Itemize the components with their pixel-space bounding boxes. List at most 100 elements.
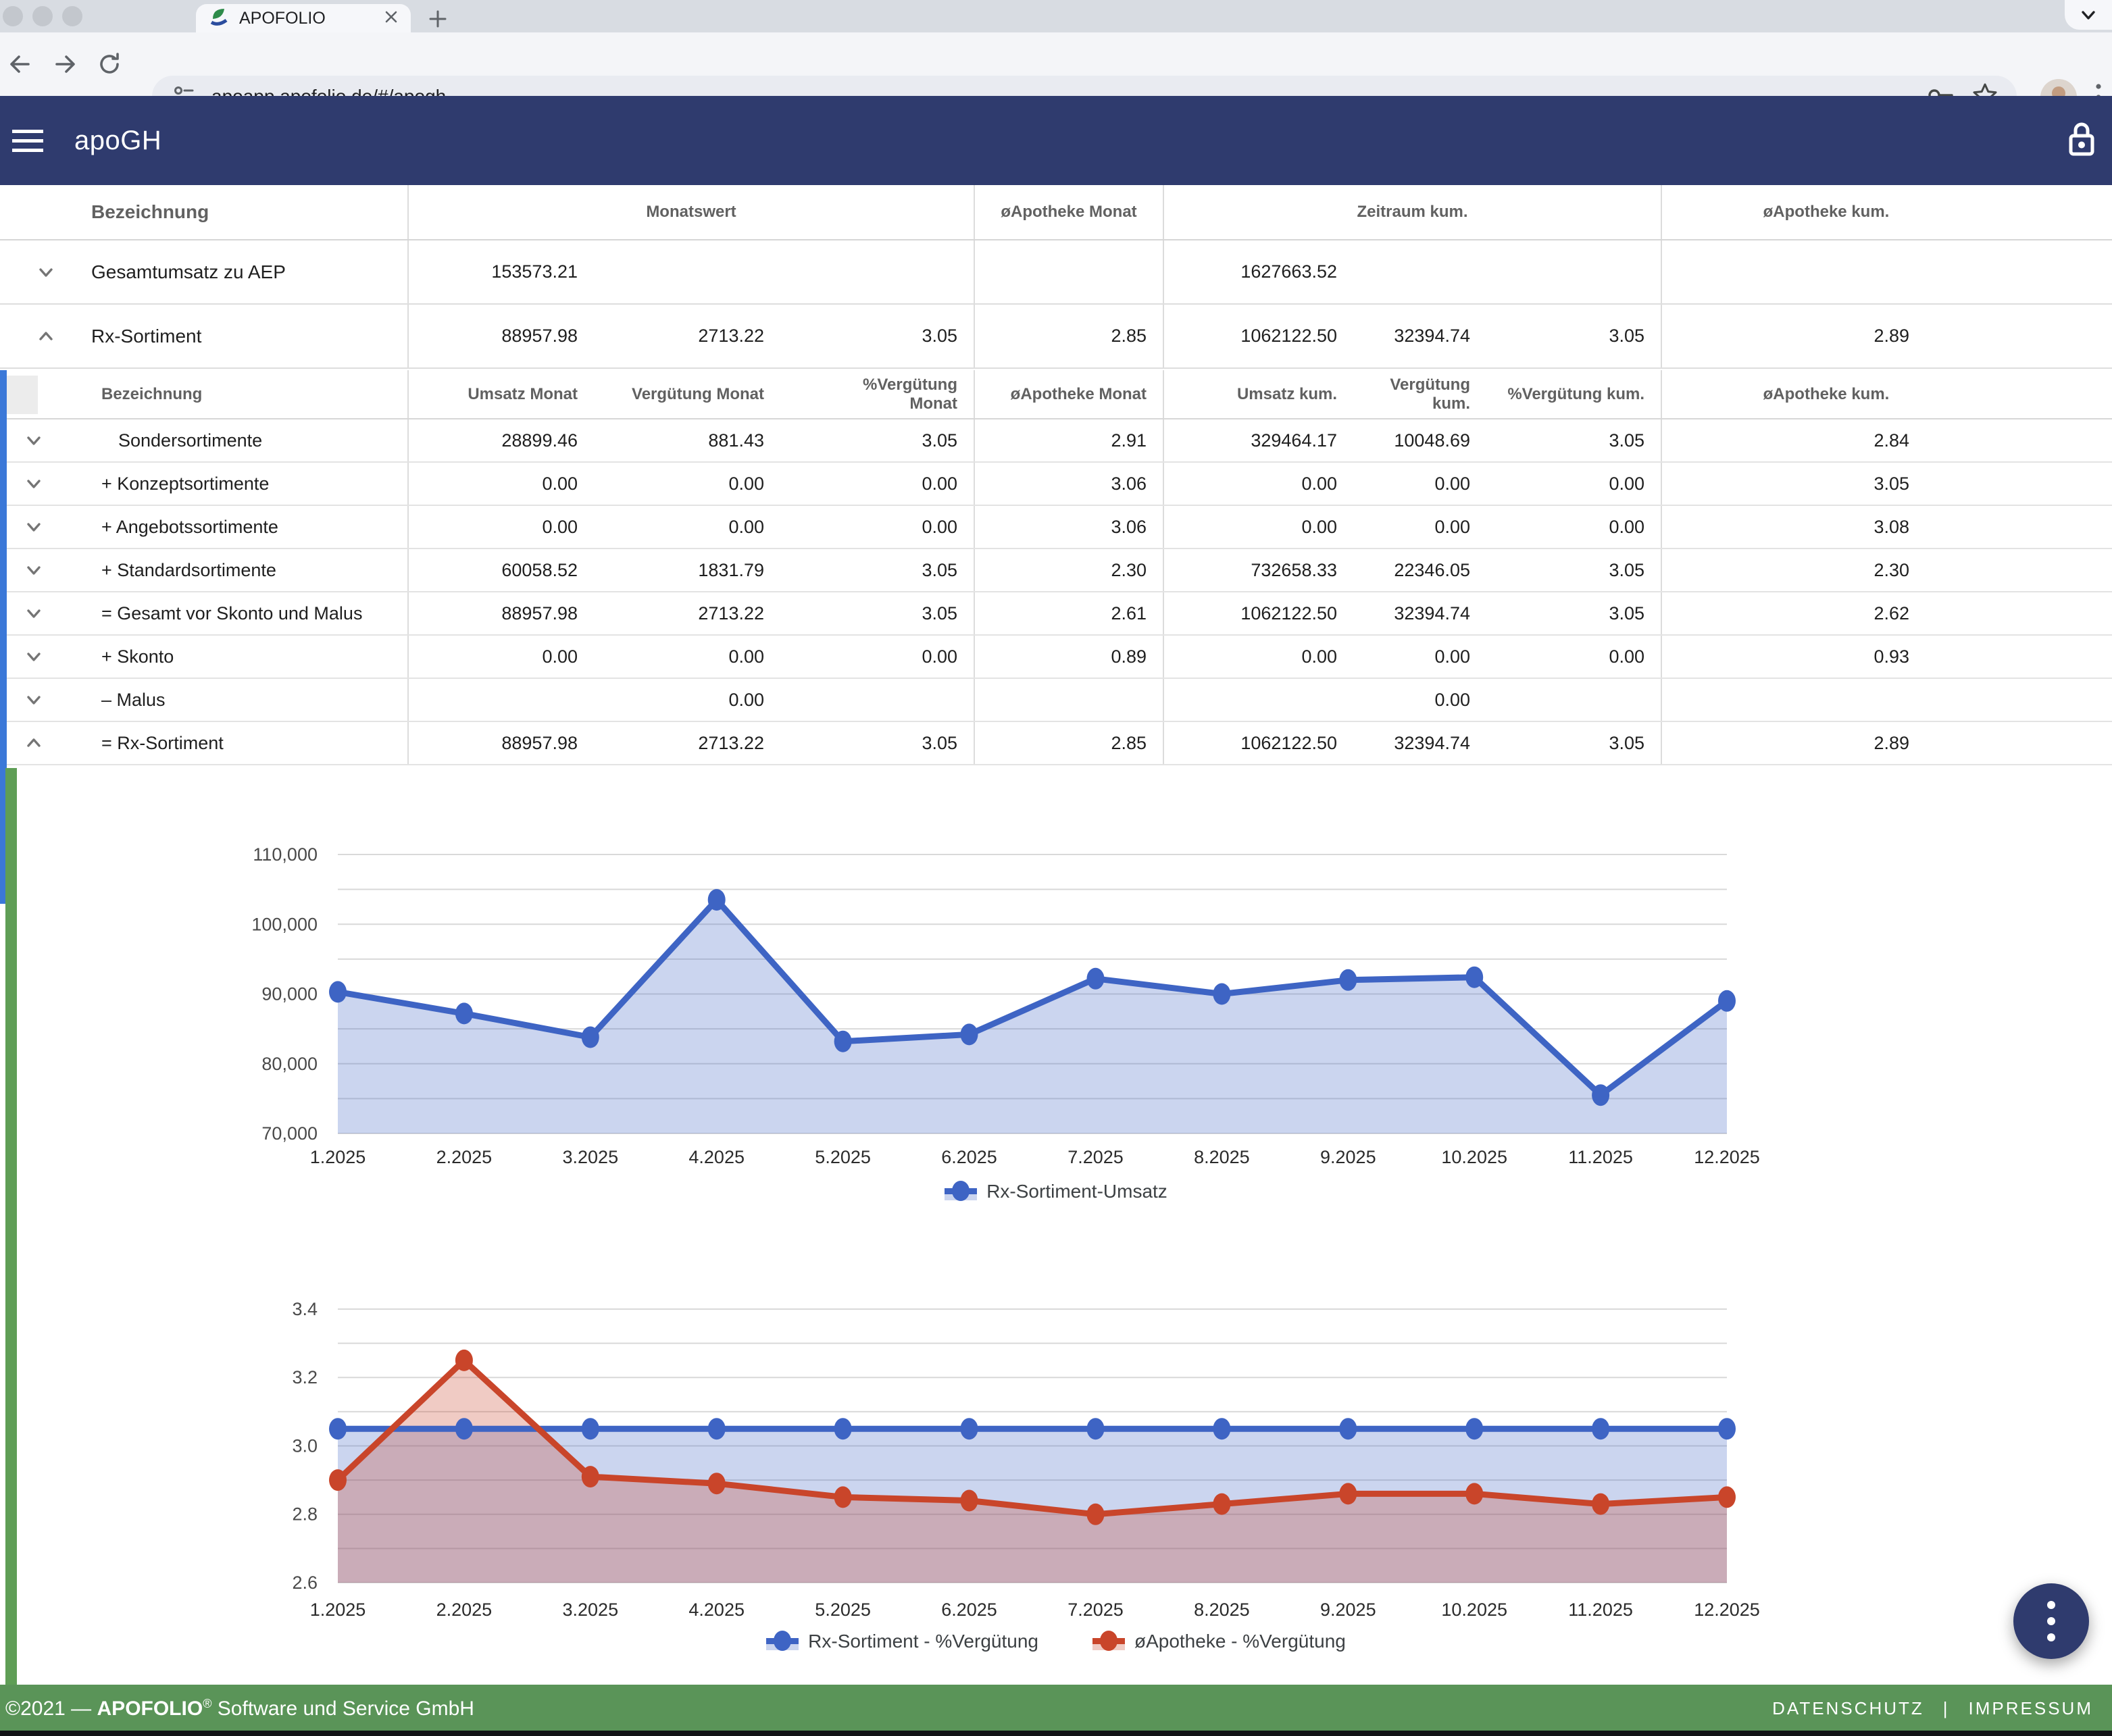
datenschutz-link[interactable]: DATENSCHUTZ — [1772, 1698, 1924, 1719]
cell-umsatz-kum: 0.00 — [1164, 636, 1353, 678]
actions-fab-button[interactable] — [2013, 1583, 2089, 1659]
column-header-monatswert: Monatswert — [409, 185, 975, 239]
close-window-button[interactable] — [3, 6, 23, 26]
reload-button[interactable] — [96, 51, 123, 78]
expand-chevron-down-icon[interactable] — [0, 261, 91, 284]
cell-prozent-monat: 0.00 — [780, 506, 975, 548]
verguetung-chart-legend: Rx-Sortiment - %VergütungøApotheke - %Ve… — [0, 1627, 2112, 1656]
menu-hamburger-button[interactable] — [12, 127, 45, 154]
column-header-bezeichnung: Bezeichnung — [0, 370, 409, 418]
cell-verguetung: 2713.22 — [598, 305, 780, 367]
svg-text:100,000: 100,000 — [251, 914, 318, 934]
row-label: = Gesamt vor Skonto und Malus — [101, 603, 362, 624]
cell-apotheke-kum: 3.05 — [1662, 463, 2112, 505]
svg-text:6.2025: 6.2025 — [941, 1600, 997, 1620]
forward-button[interactable] — [51, 51, 78, 78]
cell-apotheke-kum: 2.30 — [1662, 549, 2112, 591]
column-header-verguetung-kum: Vergütung kum. — [1353, 370, 1486, 418]
svg-text:80,000: 80,000 — [261, 1054, 318, 1074]
cell-apotheke-monat: 2.30 — [975, 549, 1164, 591]
browser-tab[interactable]: APOFOLIO — [196, 4, 411, 32]
impressum-link[interactable]: IMPRESSUM — [1969, 1698, 2093, 1719]
cell-umsatz-kum: 1062122.50 — [1164, 305, 1353, 367]
close-tab-icon[interactable] — [382, 8, 400, 29]
cell-prozent-kum — [1486, 240, 1662, 303]
cell-verguetung-monat: 881.43 — [598, 419, 780, 461]
lock-icon[interactable] — [2066, 120, 2097, 161]
cell-prozent-kum: 3.05 — [1486, 549, 1662, 591]
svg-text:8.2025: 8.2025 — [1194, 1147, 1250, 1167]
collapse-chevron-up-icon[interactable] — [0, 325, 91, 348]
svg-text:11.2025: 11.2025 — [1568, 1600, 1633, 1620]
cell-verguetung-kum — [1353, 240, 1486, 303]
cell-verguetung-monat: 2713.22 — [598, 722, 780, 764]
table-row: – Malus0.000.00 — [0, 679, 2112, 722]
cell-umsatz-kum: 0.00 — [1164, 506, 1353, 548]
svg-text:4.2025: 4.2025 — [688, 1600, 745, 1620]
zoom-window-button[interactable] — [62, 6, 82, 26]
expand-chevron-down-icon[interactable] — [0, 688, 101, 711]
row-label: + Angebotssortimente — [101, 517, 278, 538]
table-row: + Standardsortimente60058.521831.793.052… — [0, 549, 2112, 592]
app-header: apoGH — [0, 96, 2112, 185]
expand-chevron-down-icon[interactable] — [0, 559, 101, 582]
cell-verguetung-monat: 0.00 — [598, 506, 780, 548]
table-row: = Rx-Sortiment88957.982713.223.052.85106… — [0, 722, 2112, 765]
cell-verguetung-monat: 0.00 — [598, 679, 780, 721]
svg-text:12.2025: 12.2025 — [1694, 1600, 1760, 1620]
cell-verguetung-monat: 0.00 — [598, 636, 780, 678]
cell-umsatz-kum: 732658.33 — [1164, 549, 1353, 591]
column-header-apotheke-monat: øApotheke Monat — [975, 185, 1164, 239]
cell-umsatz-kum: 1627663.52 — [1164, 240, 1353, 303]
svg-text:10.2025: 10.2025 — [1441, 1600, 1507, 1620]
tab-search-button[interactable] — [2065, 0, 2112, 30]
svg-text:1.2025: 1.2025 — [310, 1600, 366, 1620]
legend-marker-icon — [1092, 1630, 1125, 1653]
cell-prozent-monat: 3.05 — [780, 592, 975, 634]
row-label: Sondersortimente — [118, 430, 262, 451]
cell-monatswert: 153573.21 — [409, 240, 598, 303]
column-header-umsatz-monat: Umsatz Monat — [409, 370, 598, 418]
footer-link-separator: | — [1943, 1698, 1950, 1719]
umsatz-line-chart: 70,00080,00090,000100,000110,0001.20252.… — [0, 811, 2112, 1216]
cell-verguetung-kum: 32394.74 — [1353, 305, 1486, 367]
cell-prozent: 3.05 — [780, 305, 975, 367]
page-title: apoGH — [74, 126, 161, 156]
cell-prozent-kum: 3.05 — [1486, 305, 1662, 367]
minimize-window-button[interactable] — [32, 6, 53, 26]
svg-text:110,000: 110,000 — [253, 844, 318, 865]
expand-chevron-down-icon[interactable] — [0, 515, 101, 538]
svg-text:7.2025: 7.2025 — [1067, 1147, 1124, 1167]
expand-chevron-down-icon[interactable] — [0, 645, 101, 668]
table-row: + Skonto0.000.000.000.890.000.000.000.93 — [0, 636, 2112, 679]
expand-chevron-down-icon[interactable] — [0, 602, 101, 625]
cell-umsatz-kum — [1164, 679, 1353, 721]
legend-label: øApotheke - %Vergütung — [1134, 1631, 1346, 1652]
column-header-prozent-verguetung-kum: %Vergütung kum. — [1486, 370, 1662, 418]
cell-verguetung-kum: 0.00 — [1353, 636, 1486, 678]
expand-chevron-down-icon[interactable] — [0, 429, 118, 452]
svg-text:3.0: 3.0 — [292, 1436, 318, 1456]
cell-apotheke-monat: 3.06 — [975, 506, 1164, 548]
cell-umsatz-monat: 28899.46 — [409, 419, 598, 461]
cell-verguetung-monat: 2713.22 — [598, 592, 780, 634]
svg-text:3.4: 3.4 — [292, 1299, 318, 1319]
browser-tab-strip: APOFOLIO — [0, 0, 2112, 32]
legend-marker-icon — [766, 1630, 799, 1653]
cell-apotheke-monat: 2.91 — [975, 419, 1164, 461]
new-tab-button[interactable] — [424, 5, 451, 32]
cell-apotheke-kum: 3.08 — [1662, 506, 2112, 548]
expand-chevron-down-icon[interactable] — [0, 472, 101, 495]
tab-title: APOFOLIO — [239, 9, 373, 28]
vertical-dots-icon — [2046, 1599, 2056, 1643]
subheader-corner-box — [5, 376, 38, 414]
cell-apotheke-kum — [1662, 679, 2112, 721]
cell-prozent — [780, 240, 975, 303]
collapse-chevron-up-icon[interactable] — [0, 732, 101, 755]
cell-verguetung-kum: 0.00 — [1353, 679, 1486, 721]
back-button[interactable] — [7, 51, 34, 78]
legend-marker-icon — [945, 1180, 977, 1203]
cell-verguetung — [598, 240, 780, 303]
svg-text:1.2025: 1.2025 — [310, 1147, 366, 1167]
row-label: + Skonto — [101, 646, 174, 667]
